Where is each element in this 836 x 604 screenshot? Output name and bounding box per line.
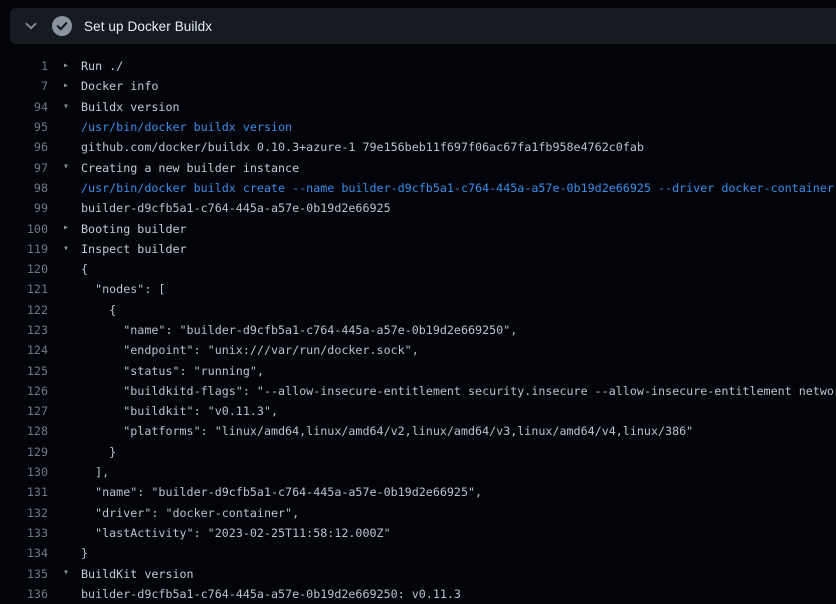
log-text: "nodes": [ bbox=[81, 282, 165, 296]
log-text: Creating a new builder instance bbox=[81, 161, 299, 175]
log-text: } bbox=[81, 546, 88, 560]
log-text: { bbox=[81, 262, 88, 276]
line-number[interactable]: 95 bbox=[0, 120, 48, 134]
log-group-line[interactable]: 1 ▸ Run ./ bbox=[0, 56, 836, 76]
log-text: github.com/docker/buildx 0.10.3+azure-1 … bbox=[81, 140, 644, 154]
log-line: 120 { bbox=[0, 259, 836, 279]
line-number[interactable]: 134 bbox=[0, 546, 48, 560]
log-text: Docker info bbox=[81, 79, 158, 93]
log-text: "status": "running", bbox=[81, 364, 264, 378]
log-text: Buildx version bbox=[81, 100, 180, 114]
line-number[interactable]: 97 bbox=[0, 161, 48, 175]
line-number[interactable]: 124 bbox=[0, 343, 48, 357]
line-number[interactable]: 122 bbox=[0, 303, 48, 317]
log-line: 122 { bbox=[0, 300, 836, 320]
log-text: "buildkitd-flags": "--allow-insecure-ent… bbox=[81, 384, 836, 398]
triangle-right-icon[interactable]: ▸ bbox=[63, 218, 81, 238]
line-number[interactable]: 94 bbox=[0, 100, 48, 114]
triangle-right-icon[interactable]: ▸ bbox=[63, 76, 81, 96]
line-number[interactable]: 98 bbox=[0, 181, 48, 195]
log-text: /usr/bin/docker buildx version bbox=[81, 120, 292, 134]
line-number[interactable]: 136 bbox=[0, 587, 48, 601]
log-line: 121 "nodes": [ bbox=[0, 279, 836, 299]
line-number[interactable]: 99 bbox=[0, 201, 48, 215]
log-line: 133 "lastActivity": "2023-02-25T11:58:12… bbox=[0, 523, 836, 543]
line-number[interactable]: 7 bbox=[0, 79, 48, 93]
log-text: "driver": "docker-container", bbox=[81, 506, 299, 520]
status-check-icon bbox=[52, 16, 72, 36]
line-number[interactable]: 123 bbox=[0, 323, 48, 337]
log-line: 126 "buildkitd-flags": "--allow-insecure… bbox=[0, 381, 836, 401]
step-header[interactable]: Set up Docker Buildx bbox=[10, 8, 836, 44]
log-group-line[interactable]: 100 ▸ Booting builder bbox=[0, 218, 836, 238]
triangle-right-icon[interactable]: ▸ bbox=[63, 56, 81, 76]
log-line: 124 "endpoint": "unix:///var/run/docker.… bbox=[0, 340, 836, 360]
log-text: "buildkit": "v0.11.3", bbox=[81, 404, 278, 418]
line-number[interactable]: 120 bbox=[0, 262, 48, 276]
log-line: 99 builder-d9cfb5a1-c764-445a-a57e-0b19d… bbox=[0, 198, 836, 218]
log-line: 123 "name": "builder-d9cfb5a1-c764-445a-… bbox=[0, 320, 836, 340]
log-text: Inspect builder bbox=[81, 242, 187, 256]
log-viewer: 1 ▸ Run ./ 7 ▸ Docker info 94 ▾ Buildx v… bbox=[0, 56, 836, 604]
log-text: } bbox=[81, 445, 116, 459]
log-line: 127 "buildkit": "v0.11.3", bbox=[0, 401, 836, 421]
log-group-line[interactable]: 7 ▸ Docker info bbox=[0, 76, 836, 96]
log-text: "platforms": "linux/amd64,linux/amd64/v2… bbox=[81, 424, 693, 438]
log-text: BuildKit version bbox=[81, 567, 194, 581]
log-line: 125 "status": "running", bbox=[0, 360, 836, 380]
log-text: "lastActivity": "2023-02-25T11:58:12.000… bbox=[81, 526, 391, 540]
line-number[interactable]: 132 bbox=[0, 506, 48, 520]
chevron-down-icon[interactable] bbox=[23, 18, 39, 34]
log-text: Booting builder bbox=[81, 222, 187, 236]
log-group-line[interactable]: 119 ▾ Inspect builder bbox=[0, 239, 836, 259]
line-number[interactable]: 131 bbox=[0, 485, 48, 499]
log-group-line[interactable]: 135 ▾ BuildKit version bbox=[0, 563, 836, 583]
triangle-down-icon[interactable]: ▾ bbox=[63, 97, 81, 117]
line-number[interactable]: 1 bbox=[0, 59, 48, 73]
log-line: 96 github.com/docker/buildx 0.10.3+azure… bbox=[0, 137, 836, 157]
line-number[interactable]: 121 bbox=[0, 282, 48, 296]
line-number[interactable]: 100 bbox=[0, 222, 48, 236]
log-line: 95 /usr/bin/docker buildx version bbox=[0, 117, 836, 137]
line-number[interactable]: 125 bbox=[0, 364, 48, 378]
log-text: "name": "builder-d9cfb5a1-c764-445a-a57e… bbox=[81, 323, 517, 337]
line-number[interactable]: 126 bbox=[0, 384, 48, 398]
log-group-line[interactable]: 94 ▾ Buildx version bbox=[0, 97, 836, 117]
log-text: ], bbox=[81, 465, 109, 479]
triangle-down-icon[interactable]: ▾ bbox=[63, 239, 81, 259]
step-title: Set up Docker Buildx bbox=[84, 19, 212, 34]
line-number[interactable]: 127 bbox=[0, 404, 48, 418]
line-number[interactable]: 133 bbox=[0, 526, 48, 540]
line-number[interactable]: 96 bbox=[0, 140, 48, 154]
log-text: builder-d9cfb5a1-c764-445a-a57e-0b19d2e6… bbox=[81, 587, 461, 601]
line-number[interactable]: 135 bbox=[0, 567, 48, 581]
log-line: 130 ], bbox=[0, 462, 836, 482]
line-number[interactable]: 129 bbox=[0, 445, 48, 459]
line-number[interactable]: 130 bbox=[0, 465, 48, 479]
log-text: "endpoint": "unix:///var/run/docker.sock… bbox=[81, 343, 419, 357]
log-line: 134 } bbox=[0, 543, 836, 563]
log-line: 131 "name": "builder-d9cfb5a1-c764-445a-… bbox=[0, 482, 836, 502]
triangle-down-icon[interactable]: ▾ bbox=[63, 563, 81, 583]
line-number[interactable]: 119 bbox=[0, 242, 48, 256]
line-number[interactable]: 128 bbox=[0, 424, 48, 438]
log-line: 136 builder-d9cfb5a1-c764-445a-a57e-0b19… bbox=[0, 584, 836, 604]
log-line: 98 /usr/bin/docker buildx create --name … bbox=[0, 178, 836, 198]
log-line: 132 "driver": "docker-container", bbox=[0, 503, 836, 523]
log-text: "name": "builder-d9cfb5a1-c764-445a-a57e… bbox=[81, 485, 482, 499]
log-text: Run ./ bbox=[81, 59, 123, 73]
log-group-line[interactable]: 97 ▾ Creating a new builder instance bbox=[0, 157, 836, 177]
log-text: builder-d9cfb5a1-c764-445a-a57e-0b19d2e6… bbox=[81, 201, 391, 215]
log-line: 128 "platforms": "linux/amd64,linux/amd6… bbox=[0, 421, 836, 441]
log-line: 129 } bbox=[0, 442, 836, 462]
log-text: /usr/bin/docker buildx create --name bui… bbox=[81, 181, 834, 195]
triangle-down-icon[interactable]: ▾ bbox=[63, 157, 81, 177]
log-text: { bbox=[81, 303, 116, 317]
